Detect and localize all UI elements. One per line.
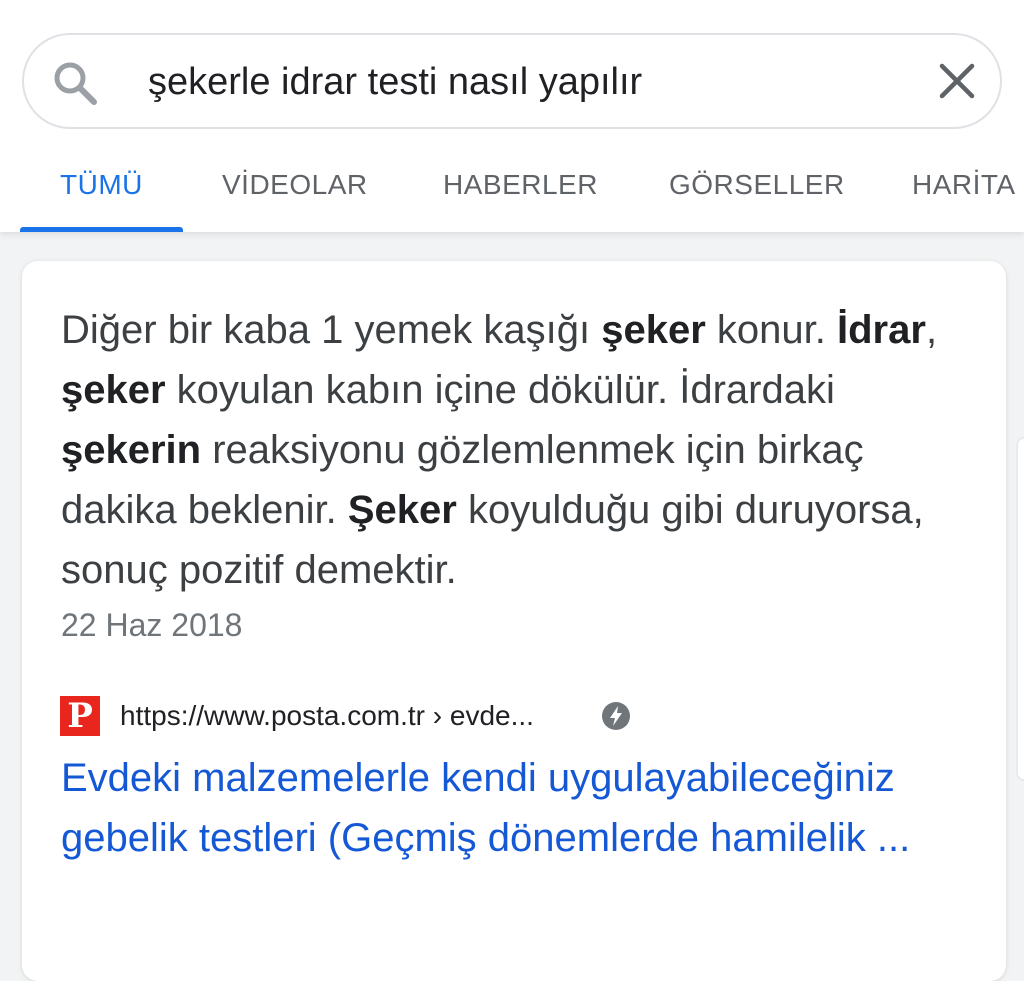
snippet-bold-term: şeker [61,368,166,412]
snippet-text-segment: Diğer bir kaba 1 yemek kaşığı [61,308,602,352]
result-url[interactable]: https://www.posta.com.tr › evde... [120,696,534,736]
result-title-link[interactable]: Evdeki malzemelerle kendi uygulayabilece… [61,748,981,868]
snippet-text-segment: konur. [705,308,837,352]
tab-all[interactable]: TÜMÜ [60,168,143,202]
snippet-date: 22 Haz 2018 [61,607,243,643]
featured-snippet-text: Diğer bir kaba 1 yemek kaşığı şeker konu… [61,300,961,600]
snippet-bold-term: şeker [601,308,706,352]
search-icon[interactable] [50,58,100,108]
snippet-bold-term: Şeker [347,488,457,532]
scroll-handle[interactable] [1016,437,1024,781]
snippet-text-segment: koyulan kabın içine dökülür. İdrardaki [165,368,835,412]
active-tab-indicator [20,227,183,232]
snippet-bold-term: İdrar [837,308,926,352]
tab-videos[interactable]: VİDEOLAR [222,168,368,202]
posta-favicon-icon: P [60,696,100,736]
snippet-text-segment: , [925,308,938,352]
amp-lightning-icon [602,702,630,730]
search-header: şekerle idrar testi nasıl yapılır TÜMÜ V… [0,0,1024,232]
tab-maps[interactable]: HARİTA [912,168,1016,202]
close-icon[interactable] [934,58,980,104]
tab-images[interactable]: GÖRSELLER [669,168,845,202]
search-query[interactable]: şekerle idrar testi nasıl yapılır [148,58,642,106]
tab-news[interactable]: HABERLER [443,168,598,202]
snippet-bold-term: şekerin [61,428,202,472]
